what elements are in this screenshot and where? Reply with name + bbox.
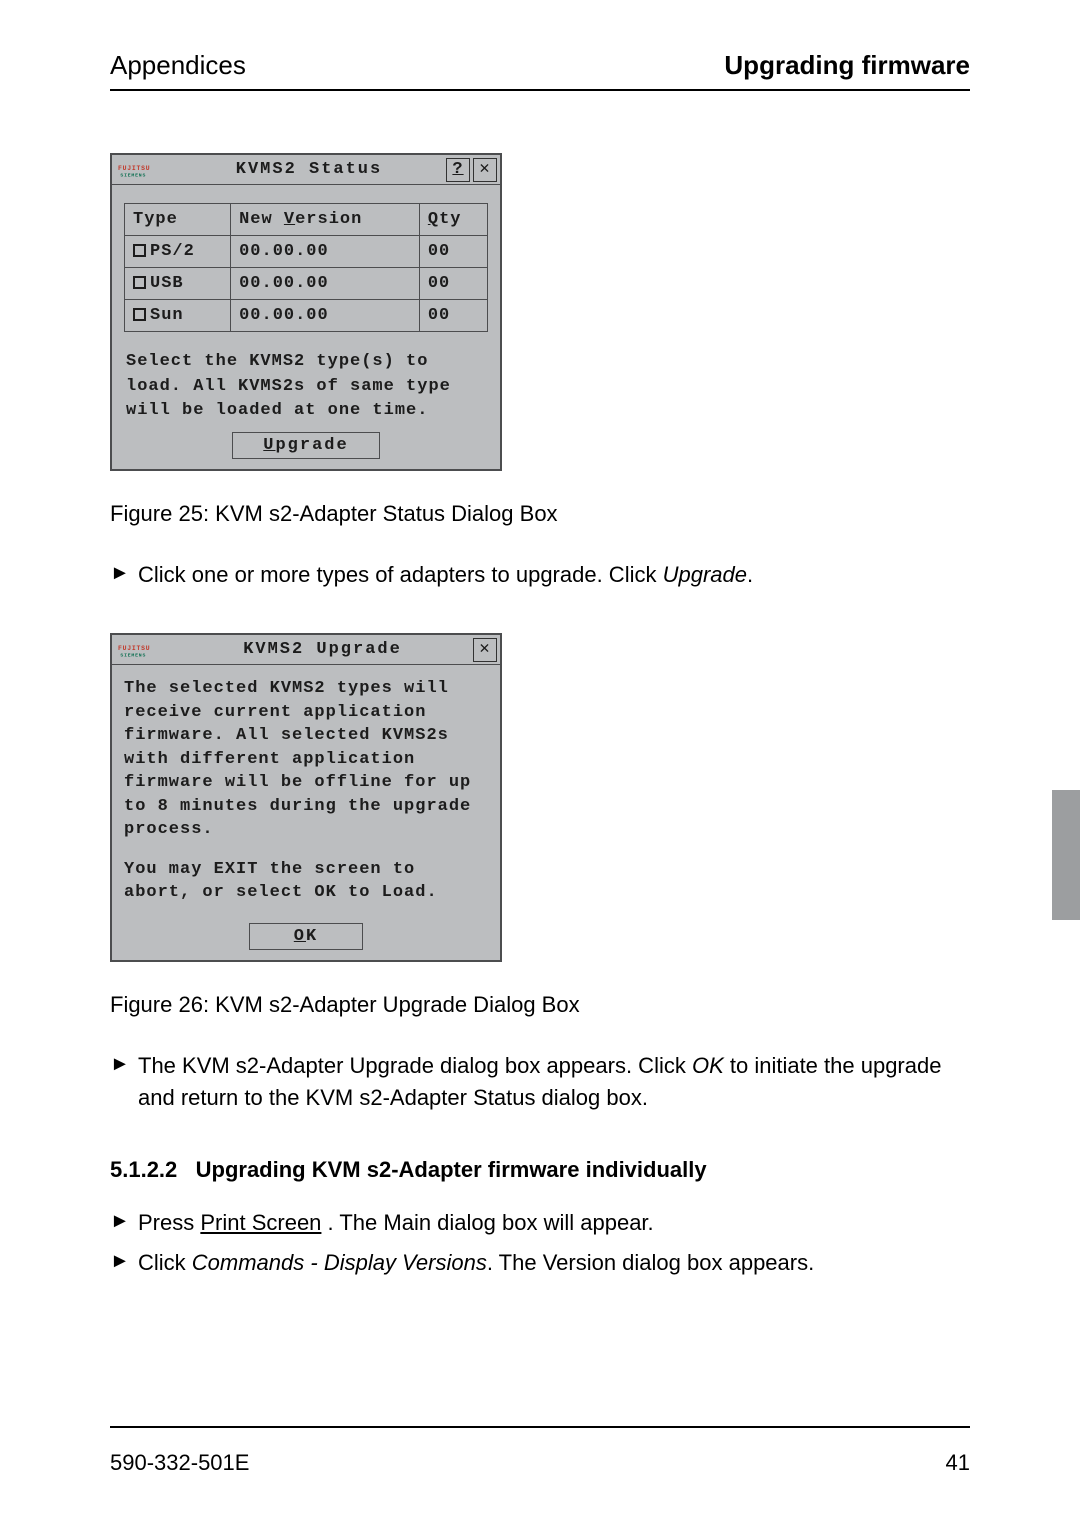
- svg-text:FUJITSU: FUJITSU: [118, 645, 150, 652]
- instruction-step: ► Click Commands - Display Versions. The…: [110, 1247, 970, 1280]
- section-title: Upgrading KVM s2-Adapter firmware indivi…: [196, 1157, 707, 1182]
- version-cell: 00.00.00: [231, 236, 420, 268]
- header-left: Appendices: [110, 50, 246, 81]
- arrow-icon: ►: [110, 559, 138, 592]
- close-icon: ✕: [479, 161, 490, 178]
- kvms2-status-dialog: FUJITSUSIEMENS KVMS2 Status ? ✕ Type New…: [110, 153, 502, 471]
- svg-text:FUJITSU: FUJITSU: [118, 165, 150, 172]
- table-header-row: Type New Version Qty: [125, 204, 488, 236]
- close-icon: ✕: [479, 641, 490, 658]
- table-row: Sun 00.00.00 00: [125, 300, 488, 332]
- arrow-icon: ►: [110, 1207, 138, 1240]
- section-number: 5.1.2.2: [110, 1157, 177, 1182]
- instruction-step: ► Click one or more types of adapters to…: [110, 559, 970, 592]
- svg-text:SIEMENS: SIEMENS: [120, 652, 146, 658]
- checkbox-icon[interactable]: [133, 244, 146, 257]
- section-side-tab: [1052, 790, 1080, 920]
- fujitsu-siemens-logo: FUJITSUSIEMENS: [112, 162, 172, 178]
- arrow-icon: ►: [110, 1247, 138, 1280]
- instruction-step: ► The KVM s2-Adapter Upgrade dialog box …: [110, 1050, 970, 1115]
- fujitsu-siemens-logo: FUJITSUSIEMENS: [112, 642, 172, 658]
- footer-doc-id: 590-332-501E: [110, 1450, 249, 1476]
- page-footer: 590-332-501E 41: [110, 1426, 970, 1476]
- qty-cell: 00: [419, 300, 487, 332]
- dialog-titlebar: FUJITSUSIEMENS KVMS2 Upgrade ✕: [112, 635, 500, 665]
- table-row: USB 00.00.00 00: [125, 268, 488, 300]
- upgrade-button[interactable]: Upgrade: [232, 432, 379, 459]
- section-heading: 5.1.2.2 Upgrading KVM s2-Adapter firmwar…: [110, 1157, 970, 1183]
- adapter-type-table: Type New Version Qty PS/2 00.00.00 00 US…: [124, 203, 488, 332]
- instruction-step: ► Press Print Screen . The Main dialog b…: [110, 1207, 970, 1240]
- dialog-titlebar: FUJITSUSIEMENS KVMS2 Status ? ✕: [112, 155, 500, 185]
- ok-button[interactable]: OK: [249, 923, 363, 950]
- kvms2-upgrade-dialog: FUJITSUSIEMENS KVMS2 Upgrade ✕ The selec…: [110, 633, 502, 961]
- dialog-body-text: The selected KVMS2 types will receive cu…: [112, 665, 500, 920]
- page-header: Appendices Upgrading firmware: [110, 50, 970, 91]
- help-icon: ?: [452, 161, 463, 178]
- header-right: Upgrading firmware: [724, 50, 970, 81]
- figure-25-caption: Figure 25: KVM s2-Adapter Status Dialog …: [110, 501, 970, 527]
- version-cell: 00.00.00: [231, 268, 420, 300]
- qty-cell: 00: [419, 268, 487, 300]
- version-cell: 00.00.00: [231, 300, 420, 332]
- checkbox-icon[interactable]: [133, 308, 146, 321]
- dialog-hint-text: Select the KVMS2 type(s) to load. All KV…: [112, 332, 500, 430]
- footer-page-number: 41: [946, 1450, 970, 1476]
- qty-cell: 00: [419, 236, 487, 268]
- type-cell-sun[interactable]: Sun: [125, 300, 231, 332]
- close-button[interactable]: ✕: [473, 638, 497, 662]
- col-type: Type: [125, 204, 231, 236]
- col-version: New Version: [231, 204, 420, 236]
- type-cell-ps2[interactable]: PS/2: [125, 236, 231, 268]
- help-button[interactable]: ?: [446, 158, 470, 182]
- col-qty: Qty: [419, 204, 487, 236]
- checkbox-icon[interactable]: [133, 276, 146, 289]
- close-button[interactable]: ✕: [473, 158, 497, 182]
- type-cell-usb[interactable]: USB: [125, 268, 231, 300]
- svg-text:SIEMENS: SIEMENS: [120, 172, 146, 178]
- table-row: PS/2 00.00.00 00: [125, 236, 488, 268]
- figure-26-caption: Figure 26: KVM s2-Adapter Upgrade Dialog…: [110, 992, 970, 1018]
- dialog-title: KVMS2 Status: [172, 160, 446, 179]
- arrow-icon: ►: [110, 1050, 138, 1115]
- dialog-title: KVMS2 Upgrade: [172, 640, 473, 659]
